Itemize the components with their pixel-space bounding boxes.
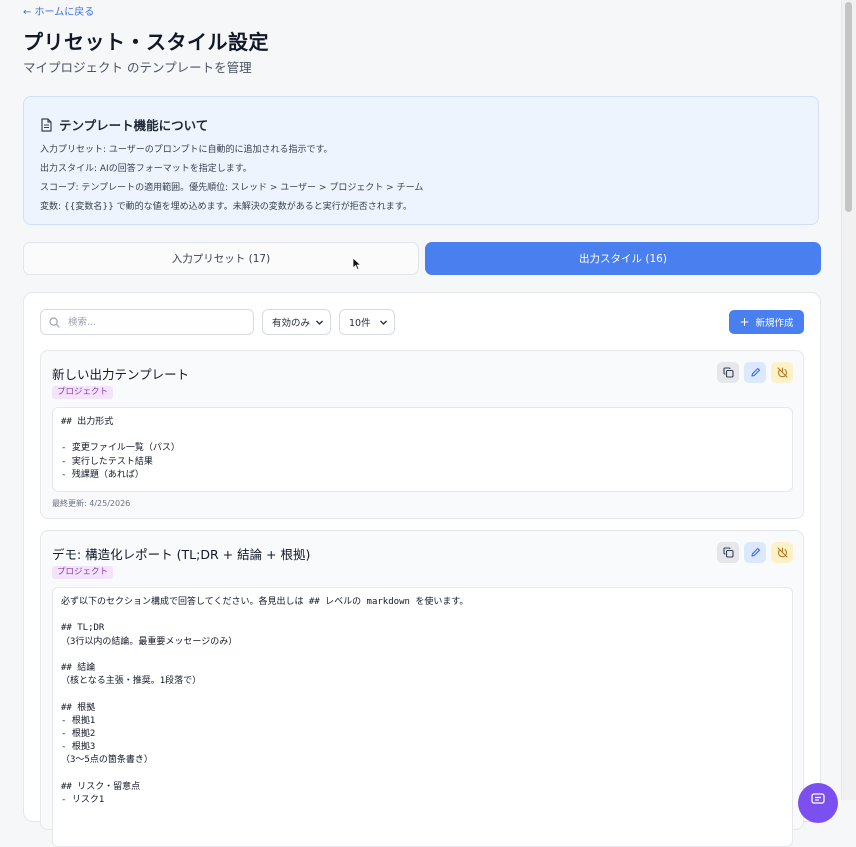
chevron-down-icon — [380, 320, 387, 325]
scope-badge: プロジェクト — [52, 566, 114, 579]
search-icon — [49, 316, 60, 328]
power-off-icon — [776, 367, 788, 378]
copy-icon — [722, 547, 734, 558]
page-subtitle: マイプロジェクト のテンプレートを管理 — [23, 60, 252, 75]
info-box-title: テンプレート機能について — [40, 115, 802, 134]
page-title: プリセット・スタイル設定 — [23, 30, 269, 54]
template-body: ## 出力形式 - 変更ファイル一覧（パス） - 実行したテスト結果 - 残課題… — [52, 407, 793, 492]
disable-button[interactable] — [771, 362, 793, 383]
edit-button[interactable] — [744, 542, 766, 563]
info-line-scope: スコープ: テンプレートの適用範囲。優先順位: スレッド > ユーザー > プロ… — [40, 183, 424, 193]
status-filter-value: 有効のみ — [272, 318, 311, 329]
template-title: デモ: 構造化レポート (TL;DR + 結論 + 根拠) — [52, 547, 311, 562]
plus-icon: + — [739, 315, 750, 329]
copy-button[interactable] — [717, 542, 739, 563]
pencil-icon — [750, 367, 760, 377]
chat-icon — [811, 793, 825, 804]
info-line-output-style: 出力スタイル: AIの回答フォーマットを指定します。 — [40, 164, 252, 174]
template-card: デモ: 構造化レポート (TL;DR + 結論 + 根拠) プロジェクト 必ず以… — [40, 530, 804, 847]
template-list-panel: 有効のみ 10件 + 新規作成 新しい出力テンプレート プロジェクト — [23, 292, 821, 847]
page-scrollbar[interactable] — [841, 0, 856, 800]
chat-fab-button[interactable] — [798, 783, 838, 823]
copy-button[interactable] — [717, 362, 739, 383]
template-info-box: テンプレート機能について 入力プリセット: ユーザーのプロンプトに自動的に追加さ… — [23, 96, 819, 225]
copy-icon — [722, 367, 734, 378]
document-icon — [41, 117, 52, 132]
search-input[interactable] — [66, 315, 240, 329]
chevron-down-icon — [316, 320, 323, 325]
pencil-icon — [750, 547, 760, 557]
disable-button[interactable] — [771, 542, 793, 563]
new-template-label: 新規作成 — [755, 318, 794, 329]
page-size-select[interactable]: 10件 — [339, 309, 395, 335]
new-template-button[interactable]: + 新規作成 — [729, 310, 804, 334]
template-card: 新しい出力テンプレート プロジェクト ## 出力形式 - 変更ファイル一覧（パス… — [40, 350, 804, 519]
page-size-value: 10件 — [349, 318, 371, 329]
template-actions — [717, 542, 793, 563]
search-box[interactable] — [40, 309, 254, 335]
scope-badge: プロジェクト — [52, 386, 114, 399]
scrollbar-thumb[interactable] — [845, 2, 852, 212]
last-updated: 最終更新: 4/25/2026 — [52, 499, 131, 508]
edit-button[interactable] — [744, 362, 766, 383]
template-actions — [717, 362, 793, 383]
info-line-variables: 変数: {{変数名}} で動的な値を埋め込めます。未解決の変数があると実行が拒否… — [40, 202, 412, 212]
template-body: 必ず以下のセクション構成で回答してください。各見出しは ## レベルの mark… — [52, 587, 793, 847]
tab-output-styles[interactable]: 出力スタイル (16) — [425, 242, 821, 275]
page: ← ホームに戻る プリセット・スタイル設定 マイプロジェクト のテンプレートを管… — [0, 0, 842, 847]
status-filter-select[interactable]: 有効のみ — [262, 309, 331, 335]
power-off-icon — [776, 547, 788, 558]
template-title: 新しい出力テンプレート — [52, 367, 190, 382]
info-line-input-preset: 入力プリセット: ユーザーのプロンプトに自動的に追加される指示です。 — [40, 145, 333, 155]
mouse-cursor-icon — [352, 257, 362, 271]
info-box-title-text: テンプレート機能について — [59, 118, 209, 133]
back-to-home-link[interactable]: ← ホームに戻る — [23, 3, 94, 18]
